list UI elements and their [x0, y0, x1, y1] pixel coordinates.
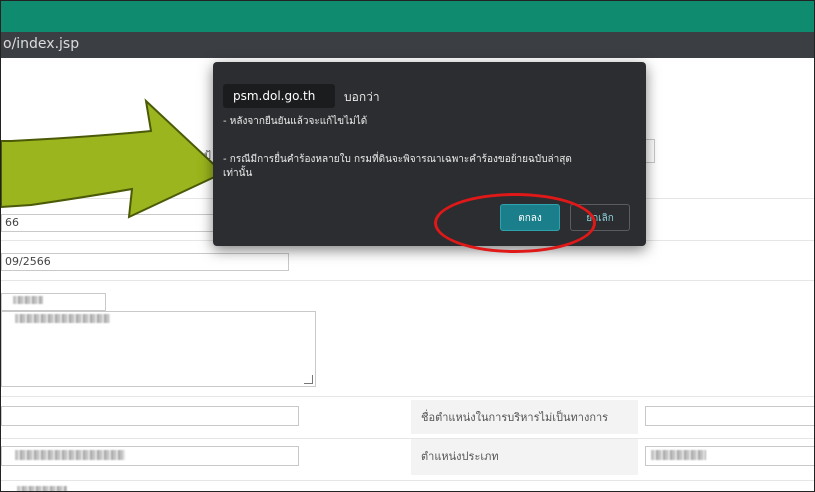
redacted-text	[15, 450, 125, 460]
position-input[interactable]	[1, 406, 299, 426]
dialog-message-line: เท่านั้น	[223, 168, 253, 179]
screenshot-frame: o/index.jsp ป้ 66 09/2566 ชื่อตำแหน่งในก…	[0, 0, 815, 492]
admin-position-input[interactable]	[645, 406, 814, 426]
row-divider	[1, 438, 814, 439]
admin-position-label: ชื่อตำแหน่งในการบริหารไม่เป็นทางการ	[411, 400, 638, 434]
url-text: o/index.jsp	[3, 36, 80, 52]
redacted-text	[651, 450, 706, 460]
resize-handle[interactable]	[304, 375, 313, 384]
position-type-label: ตำแหน่งประเภท	[411, 439, 638, 475]
dialog-message-line: - หลังจากยืนยันแล้วจะแก้ไขไม่ได้	[223, 116, 368, 127]
highlight-circle	[434, 193, 596, 253]
row-divider	[1, 396, 814, 397]
dialog-says-label: บอกว่า	[344, 90, 380, 104]
address-bar[interactable]: o/index.jsp	[1, 32, 814, 58]
redacted-text	[17, 486, 67, 491]
dialog-site-name: psm.dol.go.th	[223, 84, 335, 108]
redacted-text	[13, 296, 43, 304]
browser-top-band	[1, 1, 814, 32]
row-divider	[1, 480, 814, 481]
redacted-text	[15, 314, 110, 323]
row-divider	[1, 280, 814, 281]
dialog-message-line: - กรณีมีการยื่นคำร้องหลายใบ กรมที่ดินจะพ…	[223, 154, 572, 165]
field-date-2[interactable]: 09/2566	[1, 253, 289, 271]
